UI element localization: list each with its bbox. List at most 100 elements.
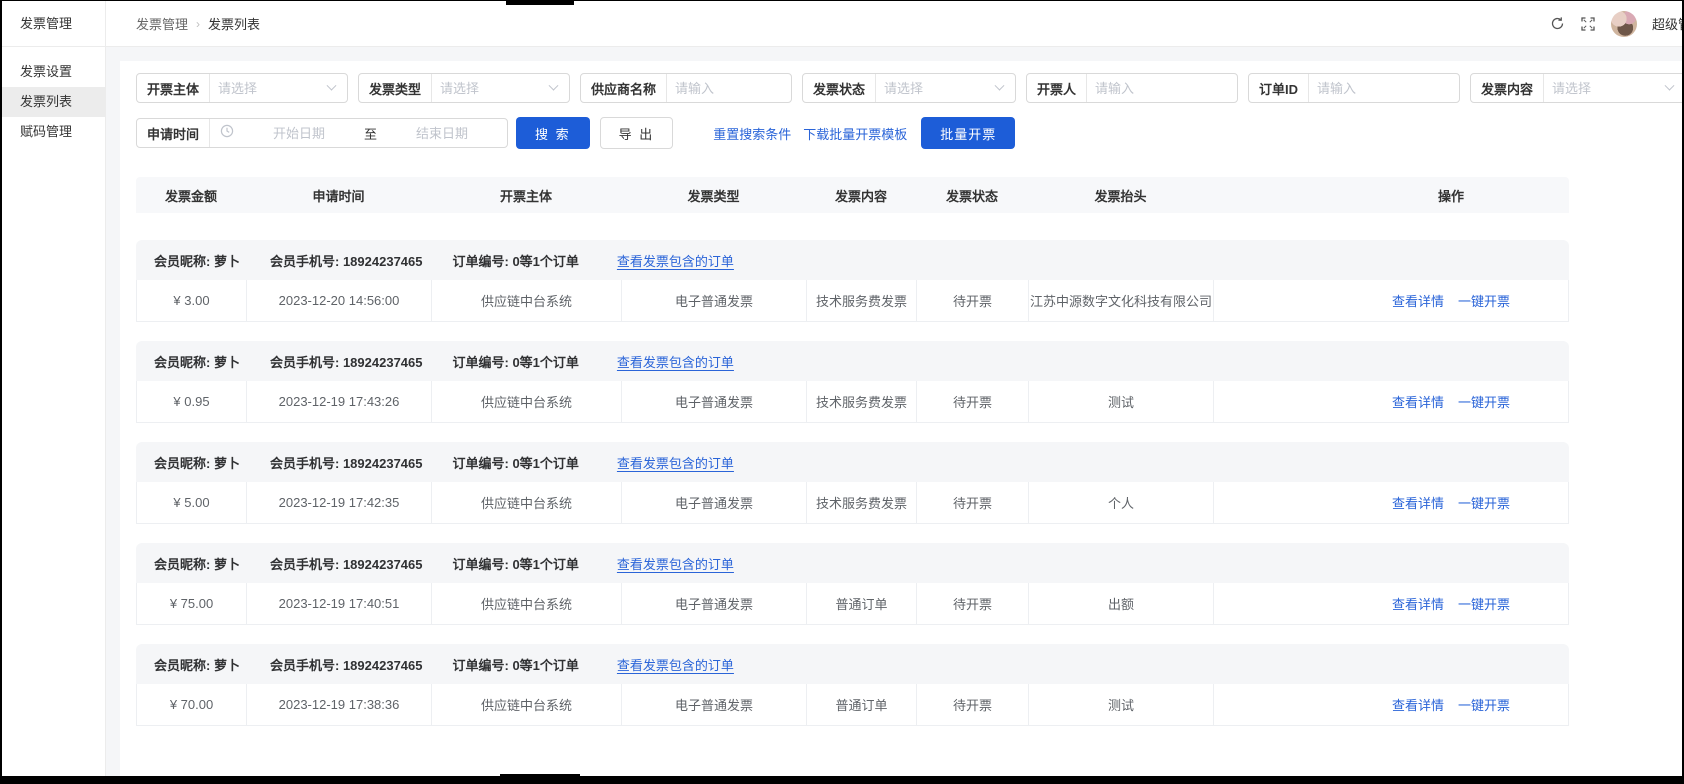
cell-invoice-status: 待开票	[916, 482, 1028, 524]
invoice-status-select[interactable]	[876, 81, 996, 96]
cell-invoice-title: 个人	[1028, 482, 1213, 524]
view-detail-link[interactable]: 查看详情	[1392, 594, 1444, 613]
column-header: 开票主体	[431, 186, 621, 205]
cell-invoice-type: 电子普通发票	[621, 684, 806, 726]
order-id-input[interactable]	[1309, 81, 1459, 96]
view-detail-link[interactable]: 查看详情	[1392, 392, 1444, 411]
column-header: 申请时间	[246, 186, 431, 205]
cell-invoice-title: 测试	[1028, 684, 1213, 726]
view-included-orders-link[interactable]: 查看发票包含的订单	[617, 453, 734, 472]
main-area: 发票管理 › 发票列表 超级管理员	[106, 1, 1682, 776]
sidebar-item-menu[interactable]: 发票设置	[2, 57, 105, 87]
member-phone: 会员手机号: 18924237465	[270, 352, 423, 371]
order-number: 订单编号: 0等1个订单	[452, 453, 578, 472]
screen-top-notch	[506, 0, 574, 5]
cell-invoice-content: 普通订单	[806, 583, 916, 625]
member-nickname: 会员昵称: 萝卜	[154, 453, 240, 472]
user-name[interactable]: 超级管理员	[1652, 14, 1682, 33]
one-click-invoice-link[interactable]: 一键开票	[1458, 392, 1510, 411]
cell-apply-time: 2023-12-19 17:42:35	[246, 482, 431, 524]
cell-invoice-subject: 供应链中台系统	[431, 583, 621, 625]
chevron-down-icon	[549, 80, 559, 90]
cell-invoice-type: 电子普通发票	[621, 381, 806, 423]
column-header: 发票抬头	[1028, 186, 1213, 205]
search-button[interactable]: 搜 索	[516, 117, 590, 149]
column-header: 发票类型	[621, 186, 806, 205]
supplier-name-input[interactable]	[667, 81, 791, 96]
start-date-input[interactable]	[234, 126, 364, 141]
cell-invoice-type: 电子普通发票	[621, 583, 806, 625]
cell-invoice-amount: ¥ 5.00	[136, 482, 246, 524]
export-button[interactable]: 导 出	[600, 117, 674, 149]
view-included-orders-link[interactable]: 查看发票包含的订单	[617, 655, 734, 674]
group-header-row: 会员昵称: 萝卜 会员手机号: 18924237465 订单编号: 0等1个订单…	[136, 644, 1569, 684]
cell-apply-time: 2023-12-20 14:56:00	[246, 280, 431, 322]
filter-invoice-status: 发票状态	[802, 73, 1016, 103]
filter-invoice-content: 发票内容	[1470, 73, 1682, 103]
view-included-orders-link[interactable]: 查看发票包含的订单	[617, 251, 734, 270]
cell-invoice-content: 普通订单	[806, 684, 916, 726]
invoice-group: 会员昵称: 萝卜 会员手机号: 18924237465 订单编号: 0等1个订单…	[136, 644, 1569, 726]
one-click-invoice-link[interactable]: 一键开票	[1458, 695, 1510, 714]
cell-invoice-status: 待开票	[916, 583, 1028, 625]
sidebar-item-invoice-list[interactable]: 发票列表	[2, 87, 105, 117]
member-phone: 会员手机号: 18924237465	[270, 453, 423, 472]
cell-actions: 查看详情 一键开票	[1213, 583, 1569, 625]
cell-invoice-subject: 供应链中台系统	[431, 482, 621, 524]
divider	[209, 119, 210, 148]
fullscreen-icon[interactable]	[1580, 16, 1596, 32]
table-row: ¥ 3.00 2023-12-20 14:56:00 供应链中台系统 电子普通发…	[136, 280, 1569, 322]
filter-invoice-type: 发票类型	[358, 73, 570, 103]
clock-icon	[220, 124, 234, 143]
issuer-input[interactable]	[1087, 81, 1237, 96]
invoice-type-select[interactable]	[432, 81, 550, 96]
batch-invoice-button[interactable]: 批量开票	[921, 117, 1015, 149]
breadcrumb-item-invoice-management[interactable]: 发票管理	[136, 14, 188, 33]
table-header-row: 发票金额申请时间开票主体发票类型发票内容发票状态发票抬头操作	[136, 177, 1569, 213]
breadcrumb-item-invoice-list: 发票列表	[208, 14, 260, 33]
content-card: 开票主体 发票类型 供应商名称 发票状态	[120, 61, 1682, 776]
content-background: 开票主体 发票类型 供应商名称 发票状态	[106, 47, 1682, 776]
table-row: ¥ 75.00 2023-12-19 17:40:51 供应链中台系统 电子普通…	[136, 583, 1569, 625]
group-header-row: 会员昵称: 萝卜 会员手机号: 18924237465 订单编号: 0等1个订单…	[136, 341, 1569, 381]
invoice-subject-select[interactable]	[210, 81, 328, 96]
view-detail-link[interactable]: 查看详情	[1392, 493, 1444, 512]
member-nickname: 会员昵称: 萝卜	[154, 352, 240, 371]
group-header-row: 会员昵称: 萝卜 会员手机号: 18924237465 订单编号: 0等1个订单…	[136, 543, 1569, 583]
filter-label: 申请时间	[137, 124, 209, 143]
filter-bar: 开票主体 发票类型 供应商名称 发票状态	[136, 73, 1682, 103]
filter-apply-time: 申请时间 至	[136, 118, 508, 148]
filter-label: 发票状态	[803, 79, 875, 98]
filter-label: 发票内容	[1471, 79, 1543, 98]
end-date-input[interactable]	[377, 126, 507, 141]
invoice-group: 会员昵称: 萝卜 会员手机号: 18924237465 订单编号: 0等1个订单…	[136, 341, 1569, 423]
cell-invoice-amount: ¥ 3.00	[136, 280, 246, 322]
download-template-link[interactable]: 下载批量开票模板	[803, 124, 907, 143]
view-included-orders-link[interactable]: 查看发票包含的订单	[617, 554, 734, 573]
view-detail-link[interactable]: 查看详情	[1392, 291, 1444, 310]
view-detail-link[interactable]: 查看详情	[1392, 695, 1444, 714]
one-click-invoice-link[interactable]: 一键开票	[1458, 291, 1510, 310]
member-nickname: 会员昵称: 萝卜	[154, 655, 240, 674]
member-nickname: 会员昵称: 萝卜	[154, 251, 240, 270]
user-avatar[interactable]	[1611, 11, 1637, 37]
filter-invoice-subject: 开票主体	[136, 73, 348, 103]
sidebar-item-menu[interactable]: 赋码管理	[2, 117, 105, 147]
one-click-invoice-link[interactable]: 一键开票	[1458, 493, 1510, 512]
cell-invoice-status: 待开票	[916, 280, 1028, 322]
breadcrumb-separator-icon: ›	[196, 17, 200, 31]
view-included-orders-link[interactable]: 查看发票包含的订单	[617, 352, 734, 371]
date-range-separator: 至	[364, 124, 377, 143]
chevron-down-icon	[327, 80, 337, 90]
one-click-invoice-link[interactable]: 一键开票	[1458, 594, 1510, 613]
invoice-content-select[interactable]	[1544, 81, 1666, 96]
cell-invoice-subject: 供应链中台系统	[431, 381, 621, 423]
filter-label: 订单ID	[1249, 79, 1308, 98]
group-header-row: 会员昵称: 萝卜 会员手机号: 18924237465 订单编号: 0等1个订单…	[136, 240, 1569, 280]
action-bar: 申请时间 至 搜 索 导 出 重置搜索条件 下载批量开票模板	[136, 117, 1682, 149]
invoice-group: 会员昵称: 萝卜 会员手机号: 18924237465 订单编号: 0等1个订单…	[136, 240, 1569, 322]
reset-search-link[interactable]: 重置搜索条件	[713, 124, 791, 143]
table-row: ¥ 0.95 2023-12-19 17:43:26 供应链中台系统 电子普通发…	[136, 381, 1569, 423]
refresh-icon[interactable]	[1549, 16, 1565, 32]
filter-label: 供应商名称	[581, 79, 666, 98]
